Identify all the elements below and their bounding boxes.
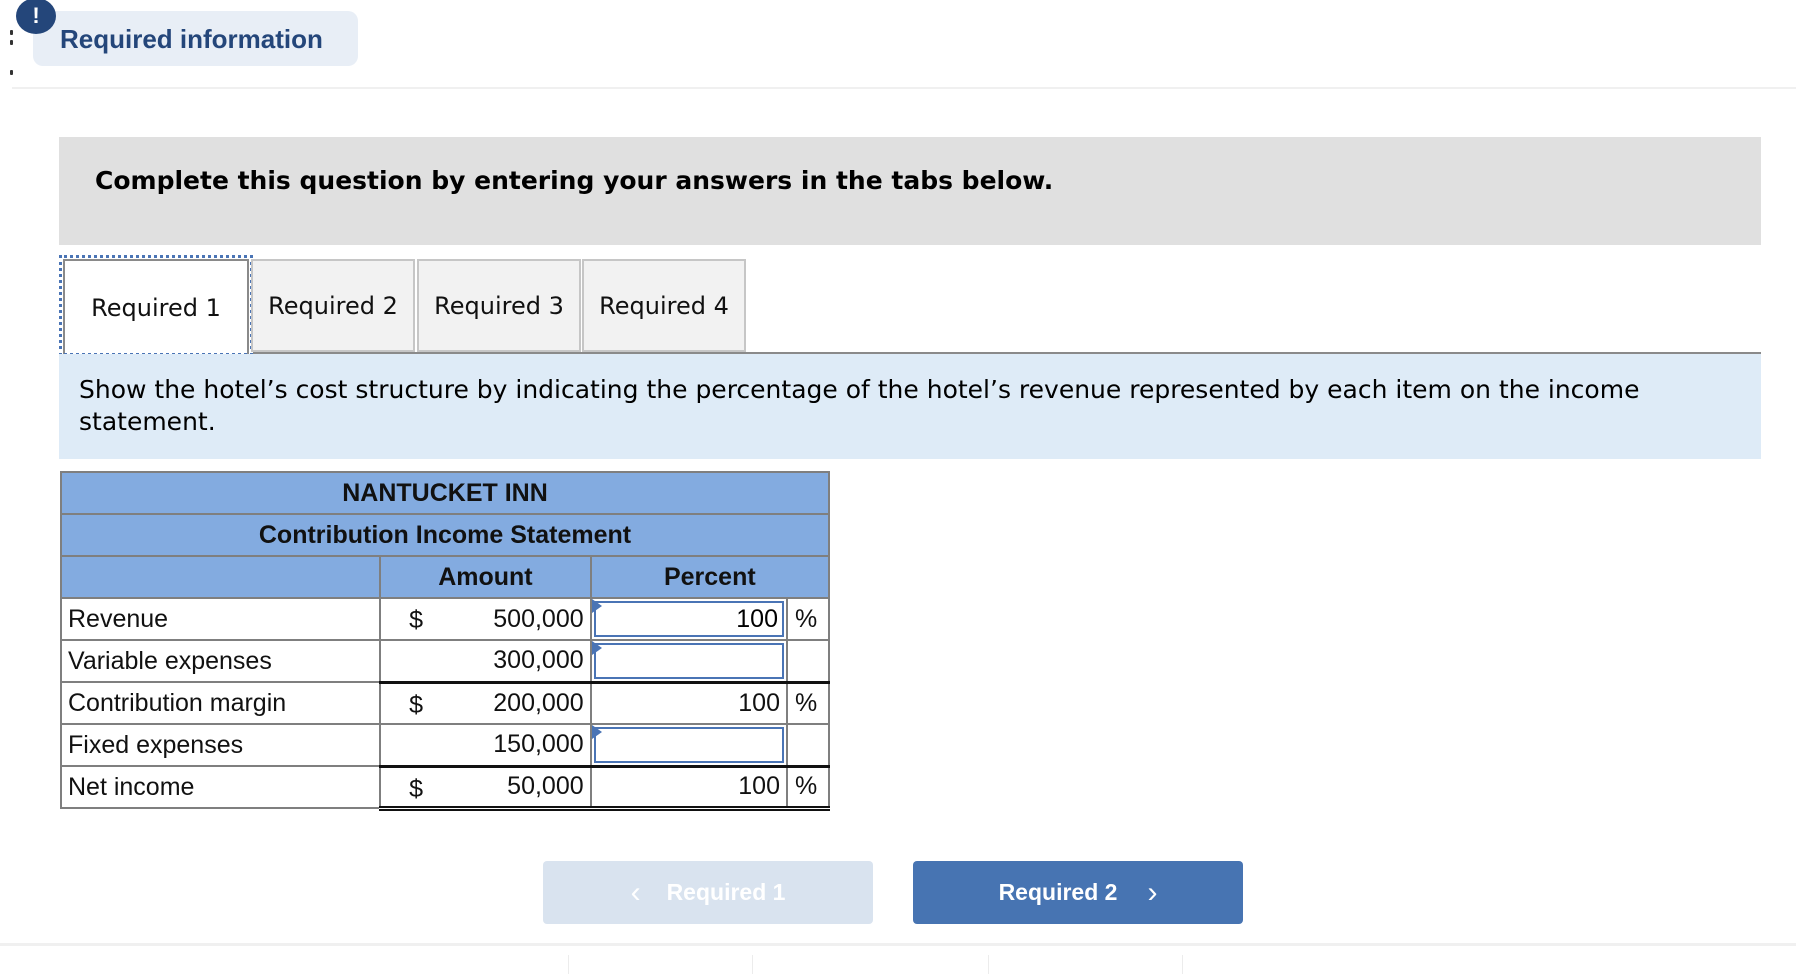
tab-required-4[interactable]: Required 4: [582, 259, 746, 352]
input-flag-icon: [591, 641, 602, 655]
tab-required-2[interactable]: Required 2: [251, 259, 415, 352]
amount-cell: 300,000: [379, 639, 592, 683]
row-label: Variable expenses: [59, 639, 382, 683]
table-row-contribution-margin: Contribution margin $ 200,000 100 %: [59, 680, 830, 725]
currency-symbol: $: [409, 606, 424, 634]
percent-sign: [786, 639, 830, 683]
scroll-indicator-dot: [10, 70, 13, 75]
required-information-header: Required information: [33, 11, 358, 66]
percent-value: 100: [738, 688, 780, 717]
amount-value: 300,000: [493, 646, 584, 675]
percent-value: 100: [738, 772, 780, 800]
row-label: Net income: [59, 765, 382, 809]
required-information-label: Required information: [60, 24, 323, 54]
next-required-button[interactable]: Required 2 ›: [913, 861, 1243, 924]
amount-value: 50,000: [507, 772, 584, 800]
tab-label: Required 2: [268, 291, 398, 320]
percent-sign: %: [786, 680, 830, 725]
scroll-indicator-dot: [10, 30, 13, 35]
next-button-label: Required 2: [998, 879, 1118, 905]
divider: [0, 943, 1796, 946]
divider: [988, 955, 989, 974]
amount-value: 500,000: [493, 604, 584, 633]
tab-label: Required 1: [91, 294, 221, 322]
divider: [12, 87, 1796, 89]
amount-value: 200,000: [493, 688, 584, 717]
row-label: Contribution margin: [59, 681, 382, 725]
chevron-left-icon: ‹: [630, 875, 641, 909]
chevron-right-icon: ›: [1147, 875, 1158, 909]
percent-sign: %: [786, 597, 830, 641]
percent-cell: 100: [589, 764, 789, 811]
amount-cell: $ 500,000: [379, 597, 592, 641]
header-blank: [59, 555, 382, 599]
input-flag-icon: [591, 599, 602, 613]
amount-cell: $ 200,000: [379, 680, 592, 725]
input-flag-icon: [591, 725, 602, 739]
instructions-text: Complete this question by entering your …: [95, 166, 1054, 195]
table-row-net-income: Net income $ 50,000 100 %: [59, 764, 830, 811]
company-name: NANTUCKET INN: [60, 471, 830, 515]
percent-input-fixed-expenses[interactable]: [593, 727, 784, 763]
row-label: Revenue: [59, 597, 382, 641]
previous-required-button[interactable]: ‹ Required 1: [543, 861, 873, 924]
income-statement-table: NANTUCKET INN Contribution Income Statem…: [59, 471, 831, 811]
instructions-banner: Complete this question by entering your …: [59, 137, 1761, 245]
tab-required-1[interactable]: Required 1: [63, 259, 249, 355]
table-row-variable-expenses: Variable expenses 300,000: [59, 639, 830, 683]
divider: [752, 955, 753, 974]
percent-input-revenue[interactable]: [593, 601, 784, 637]
table-row-revenue: Revenue $ 500,000 %: [59, 597, 830, 641]
divider: [568, 955, 569, 974]
tab-required-3[interactable]: Required 3: [417, 259, 581, 352]
row-label: Fixed expenses: [59, 723, 382, 767]
divider: [1182, 955, 1183, 974]
percent-sign: [786, 723, 830, 767]
question-panel: Show the hotel’s cost structure by indic…: [59, 354, 1761, 459]
column-header-percent: Percent: [589, 555, 831, 599]
amount-cell: 150,000: [379, 723, 592, 767]
percent-sign: %: [786, 764, 830, 811]
currency-symbol: $: [409, 690, 424, 719]
previous-button-label: Required 1: [666, 879, 786, 905]
percent-cell: 100: [589, 680, 789, 725]
percent-input-variable-expenses[interactable]: [593, 643, 784, 679]
question-text: Show the hotel’s cost structure by indic…: [79, 375, 1640, 436]
percent-cell: [589, 639, 789, 683]
amount-value: 150,000: [493, 730, 584, 759]
percent-cell: [589, 597, 789, 641]
currency-symbol: $: [409, 774, 424, 803]
percent-cell: [589, 723, 789, 767]
scroll-indicator-dot: [10, 40, 13, 45]
tab-label: Required 4: [599, 291, 729, 320]
table-row-fixed-expenses: Fixed expenses 150,000: [59, 723, 830, 767]
column-header-amount: Amount: [379, 555, 592, 599]
tab-label: Required 3: [434, 291, 564, 320]
amount-cell: $ 50,000: [379, 764, 592, 811]
statement-title: Contribution Income Statement: [60, 513, 830, 557]
